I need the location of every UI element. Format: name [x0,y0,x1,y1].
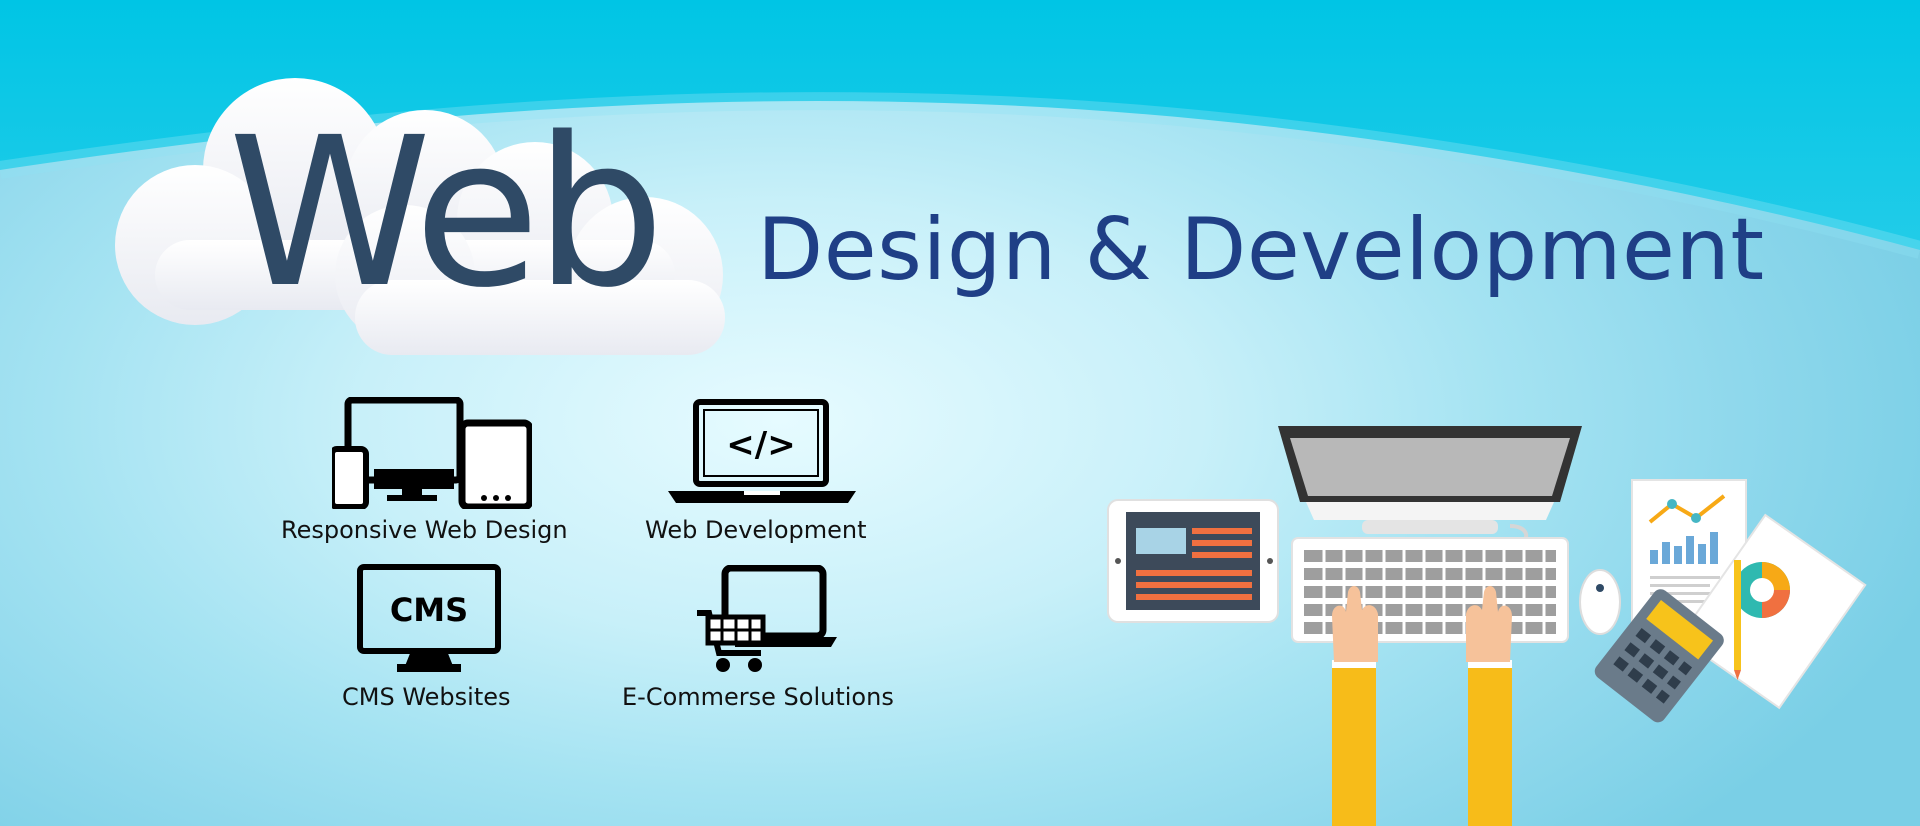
service-label-cms-websites: CMS Websites [342,683,511,711]
headline: Design & Development [757,200,1765,300]
logo-word: Web [228,93,665,333]
hero-banner: Web Design & Development Responsive Web … [0,0,1920,826]
cms-monitor-icon: CMS [357,564,501,672]
developer-workspace-illustration [1107,426,1867,826]
monitor-illustration [1278,426,1582,544]
service-label-responsive-web-design: Responsive Web Design [281,516,568,544]
cms-text: CMS [390,591,468,629]
service-label-e-commerse-solutions: E-Commerse Solutions [622,683,894,711]
tablet-illustration [1107,499,1279,623]
code-laptop-icon: </> [668,399,856,503]
service-label-web-development: Web Development [645,516,867,544]
responsive-devices-icon [332,397,532,509]
pencil-illustration [1734,560,1741,670]
code-symbol: </> [726,425,795,465]
shopping-cart-laptop-icon [697,565,837,672]
mouse-illustration [1579,569,1621,635]
